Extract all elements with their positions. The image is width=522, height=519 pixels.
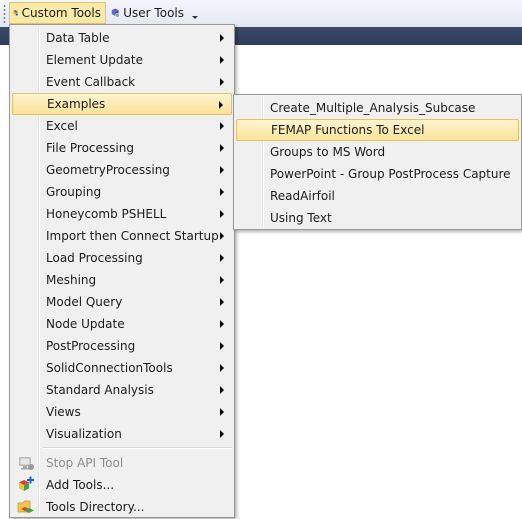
menu-item-file-processing[interactable]: File Processing bbox=[12, 137, 232, 159]
menu-item-postprocessing[interactable]: PostProcessing bbox=[12, 335, 232, 357]
menu-item-load-processing[interactable]: Load Processing bbox=[12, 247, 232, 269]
toolbar-grip[interactable] bbox=[3, 4, 6, 23]
menu-item-label: Honeycomb PSHELL bbox=[46, 207, 167, 221]
menu-item-label: Load Processing bbox=[46, 251, 143, 265]
menu-item-add-tools[interactable]: Add Tools... bbox=[12, 474, 232, 496]
menu-item-solidconnectiontools[interactable]: SolidConnectionTools bbox=[12, 357, 232, 379]
submenu-arrow-icon bbox=[220, 254, 224, 262]
menu-item-node-update[interactable]: Node Update bbox=[12, 313, 232, 335]
custom-tools-button[interactable]: Custom Tools bbox=[9, 2, 106, 24]
menu-item-label: Grouping bbox=[46, 185, 102, 199]
menu-item-model-query[interactable]: Model Query bbox=[12, 291, 232, 313]
custom-tools-label: Custom Tools bbox=[21, 6, 101, 20]
user-tools-icon bbox=[111, 8, 120, 18]
submenu-arrow-icon bbox=[219, 101, 223, 109]
menu-item-label: Visualization bbox=[46, 427, 122, 441]
submenu-item-label: Using Text bbox=[270, 211, 332, 225]
menu-item-standard-analysis[interactable]: Standard Analysis bbox=[12, 379, 232, 401]
submenu-arrow-icon bbox=[220, 188, 224, 196]
menu-item-excel[interactable]: Excel bbox=[12, 115, 232, 137]
submenu-item-create-multiple-analysis-subcase[interactable]: Create_Multiple_Analysis_Subcase bbox=[236, 97, 519, 119]
submenu-item-groups-to-ms-word[interactable]: Groups to MS Word bbox=[236, 141, 519, 163]
user-tools-label: User Tools bbox=[123, 6, 184, 20]
menu-item-geometryprocessing[interactable]: GeometryProcessing bbox=[12, 159, 232, 181]
submenu-arrow-icon bbox=[220, 78, 224, 86]
menu-item-label: Standard Analysis bbox=[46, 383, 154, 397]
menu-item-label: Excel bbox=[46, 119, 78, 133]
submenu-item-femap-functions-to-excel[interactable]: FEMAP Functions To Excel bbox=[236, 119, 519, 141]
menu-item-element-update[interactable]: Element Update bbox=[12, 49, 232, 71]
submenu-arrow-icon bbox=[220, 408, 224, 416]
menu-item-data-table[interactable]: Data Table bbox=[12, 27, 232, 49]
submenu-arrow-icon bbox=[220, 320, 224, 328]
submenu-item-label: Groups to MS Word bbox=[270, 145, 386, 159]
submenu-arrow-icon bbox=[220, 34, 224, 42]
submenu-arrow-icon bbox=[220, 166, 224, 174]
custom-tools-menu: Data Table Element Update Event Callback Ex… bbox=[9, 24, 235, 518]
toolbar: Custom Tools User Tools bbox=[0, 0, 522, 27]
menu-item-label: Node Update bbox=[46, 317, 125, 331]
menu-item-visualization[interactable]: Visualization bbox=[12, 423, 232, 445]
menu-item-grouping[interactable]: Grouping bbox=[12, 181, 232, 203]
submenu-item-using-text[interactable]: Using Text bbox=[236, 207, 519, 229]
menu-item-label: SolidConnectionTools bbox=[46, 361, 173, 375]
custom-tools-icon bbox=[13, 10, 19, 16]
submenu-arrow-icon bbox=[220, 342, 224, 350]
menu-item-honeycomb-pshell[interactable]: Honeycomb PSHELL bbox=[12, 203, 232, 225]
tools-directory-icon bbox=[17, 500, 34, 513]
examples-submenu: Create_Multiple_Analysis_Subcase FEMAP Fu… bbox=[233, 94, 522, 230]
menu-item-meshing[interactable]: Meshing bbox=[12, 269, 232, 291]
submenu-arrow-icon bbox=[220, 56, 224, 64]
add-tools-icon bbox=[19, 476, 34, 491]
menu-item-label: Event Callback bbox=[46, 75, 136, 89]
menu-item-import-then-connect-startup[interactable]: Import then Connect Startup bbox=[12, 225, 232, 247]
menu-item-label: Examples bbox=[47, 97, 106, 111]
submenu-arrow-icon bbox=[220, 232, 224, 240]
submenu-arrow-icon bbox=[220, 276, 224, 284]
submenu-item-label: FEMAP Functions To Excel bbox=[271, 123, 425, 137]
menu-item-label: Tools Directory... bbox=[46, 500, 145, 514]
menu-item-label: File Processing bbox=[46, 141, 134, 155]
menu-item-label: Meshing bbox=[46, 273, 97, 287]
menu-item-label: PostProcessing bbox=[46, 339, 136, 353]
menu-item-label: Stop API Tool bbox=[46, 456, 124, 470]
submenu-arrow-icon bbox=[220, 430, 224, 438]
toolbar-overflow-button[interactable] bbox=[188, 2, 202, 24]
submenu-item-label: ReadAirfoil bbox=[270, 189, 335, 203]
menu-item-event-callback[interactable]: Event Callback bbox=[12, 71, 232, 93]
stop-api-tool-icon bbox=[19, 457, 34, 470]
submenu-arrow-icon bbox=[220, 144, 224, 152]
menu-item-label: Views bbox=[46, 405, 81, 419]
submenu-item-label: Create_Multiple_Analysis_Subcase bbox=[270, 101, 476, 115]
submenu-item-powerpoint-group-postprocess-capture[interactable]: PowerPoint - Group PostProcess Capture bbox=[236, 163, 519, 185]
menu-item-tools-directory[interactable]: Tools Directory... bbox=[12, 496, 232, 518]
submenu-arrow-icon bbox=[220, 364, 224, 372]
menu-item-label: Element Update bbox=[46, 53, 143, 67]
submenu-arrow-icon bbox=[220, 298, 224, 306]
submenu-item-label: PowerPoint - Group PostProcess Capture bbox=[270, 167, 511, 181]
submenu-arrow-icon bbox=[220, 122, 224, 130]
menu-item-label: Data Table bbox=[46, 31, 110, 45]
menu-item-label: GeometryProcessing bbox=[46, 163, 170, 177]
menu-item-stop-api-tool: Stop API Tool bbox=[12, 452, 232, 474]
submenu-arrow-icon bbox=[220, 386, 224, 394]
chevron-down-icon bbox=[192, 16, 198, 19]
submenu-item-readairfoil[interactable]: ReadAirfoil bbox=[236, 185, 519, 207]
menu-item-label: Import then Connect Startup bbox=[46, 229, 219, 243]
submenu-arrow-icon bbox=[220, 210, 224, 218]
menu-item-label: Model Query bbox=[46, 295, 123, 309]
menu-item-label: Add Tools... bbox=[46, 478, 115, 492]
menu-item-examples[interactable]: Examples bbox=[12, 93, 232, 115]
menu-item-views[interactable]: Views bbox=[12, 401, 232, 423]
menu-separator bbox=[43, 447, 232, 449]
user-tools-button[interactable]: User Tools bbox=[108, 2, 188, 24]
